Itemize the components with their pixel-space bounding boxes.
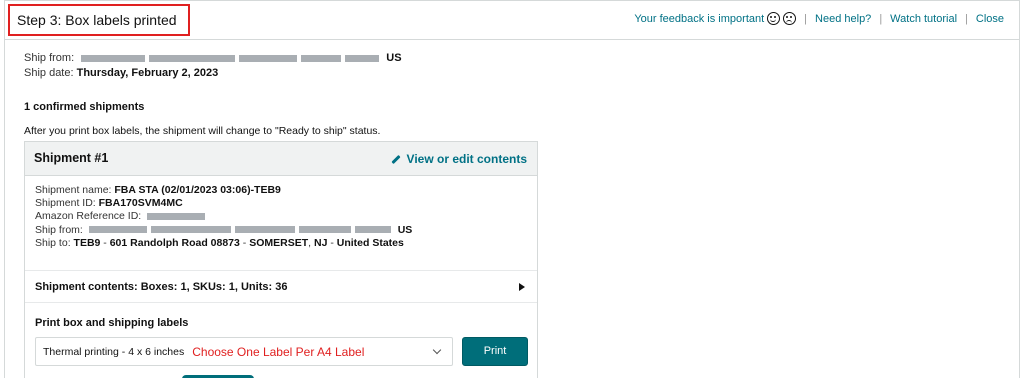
- redacted-address: [298, 226, 351, 234]
- label-format-selected: Thermal printing - 4 x 6 inches: [43, 345, 185, 358]
- ship-from-line: Ship from: US: [24, 51, 402, 65]
- ship-date-line: Ship date: Thursday, February 2, 2023: [24, 66, 218, 80]
- shipment-to-label: Ship to:: [35, 236, 71, 249]
- dash: -: [103, 236, 107, 249]
- status-info: After you print box labels, the shipment…: [24, 125, 381, 137]
- label-annotation: Choose One Label Per A4 Label: [192, 344, 365, 359]
- smiley-happy-icon[interactable]: [767, 12, 781, 25]
- redacted-address: [354, 226, 391, 234]
- print-button[interactable]: Print: [462, 337, 528, 366]
- separator: |: [965, 12, 968, 25]
- reference-id-label: Amazon Reference ID:: [35, 210, 142, 223]
- redacted-address: [150, 226, 231, 234]
- redacted-address: [81, 54, 146, 62]
- view-edit-contents-link[interactable]: View or edit contents: [390, 152, 527, 166]
- step-title: Step 3: Box labels printed: [8, 4, 190, 36]
- shipment-details: Shipment name: FBA STA (02/01/2023 03:06…: [25, 176, 537, 271]
- shipment-contents-row[interactable]: Shipment contents: Boxes: 1, SKUs: 1, Un…: [25, 271, 537, 303]
- shipment-card: Shipment #1 View or edit contents Shipme…: [24, 141, 538, 378]
- redacted-address: [149, 54, 236, 62]
- chevron-down-icon[interactable]: [432, 345, 442, 355]
- shipment-name-label: Shipment name:: [35, 184, 112, 196]
- ship-from-label: Ship from:: [24, 52, 75, 64]
- shipment-card-header: Shipment #1 View or edit contents: [25, 142, 537, 176]
- ship-to-code: TEB9: [73, 236, 101, 249]
- shipment-title: Shipment #1: [34, 151, 109, 165]
- ship-to-address: 601 Randolph Road 08873: [109, 236, 240, 249]
- pencil-icon: [390, 154, 401, 164]
- ship-from-country: US: [386, 52, 402, 64]
- need-help-link[interactable]: Need help?: [815, 13, 871, 25]
- shipment-id-row: Shipment ID: FBA170SVM4MC: [35, 197, 527, 210]
- dash: -: [242, 236, 247, 249]
- redacted-address: [239, 54, 298, 62]
- redacted-address: [301, 54, 342, 62]
- header-links: Your feedback is important | Need help? …: [634, 12, 1004, 25]
- view-edit-contents-label: View or edit contents: [406, 152, 527, 166]
- dash: -: [330, 236, 334, 249]
- shipment-name-row: Shipment name: FBA STA (02/01/2023 03:06…: [35, 184, 527, 197]
- close-link[interactable]: Close: [976, 13, 1004, 25]
- reference-id-row: Amazon Reference ID:: [35, 210, 527, 223]
- ship-to-state: NJ: [313, 236, 328, 249]
- shipment-id-value: FBA170SVM4MC: [98, 197, 183, 210]
- shipment-from-row: Ship from: US: [35, 224, 527, 237]
- ship-date-value: Thursday, February 2, 2023: [76, 67, 219, 79]
- shipment-name-value: FBA STA (02/01/2023 03:06)-TEB9: [114, 184, 281, 196]
- redacted-reference-id: [147, 213, 206, 221]
- comma: ,: [308, 236, 312, 249]
- shipment-id-label: Shipment ID:: [35, 197, 96, 210]
- ship-date-label: Ship date:: [24, 67, 74, 79]
- print-labels-title: Print box and shipping labels: [35, 317, 189, 329]
- shipment-contents-label: Shipment contents: Boxes: 1, SKUs: 1, Un…: [35, 281, 288, 293]
- watch-tutorial-link[interactable]: Watch tutorial: [890, 13, 957, 25]
- shipment-from-label: Ship from:: [35, 223, 83, 236]
- smiley-sad-icon[interactable]: [783, 12, 797, 25]
- redacted-address: [234, 226, 295, 234]
- shipment-from-country: US: [397, 223, 413, 236]
- confirmed-shipments-title: 1 confirmed shipments: [24, 101, 145, 113]
- ship-to-city: SOMERSET: [249, 236, 309, 249]
- feedback-link[interactable]: Your feedback is important: [634, 13, 764, 25]
- redacted-address: [88, 226, 147, 234]
- ship-to-country: United States: [336, 236, 404, 249]
- redacted-address: [345, 54, 380, 62]
- label-format-select[interactable]: Thermal printing - 4 x 6 inches Choose O…: [35, 337, 453, 366]
- shipment-to-row: Ship to: TEB9 - 601 Randolph Road 08873 …: [35, 237, 527, 250]
- separator: |: [879, 12, 883, 25]
- caret-right-icon[interactable]: [519, 283, 525, 291]
- separator: |: [804, 12, 808, 25]
- step-header: Step 3: Box labels printed Your feedback…: [4, 0, 1020, 40]
